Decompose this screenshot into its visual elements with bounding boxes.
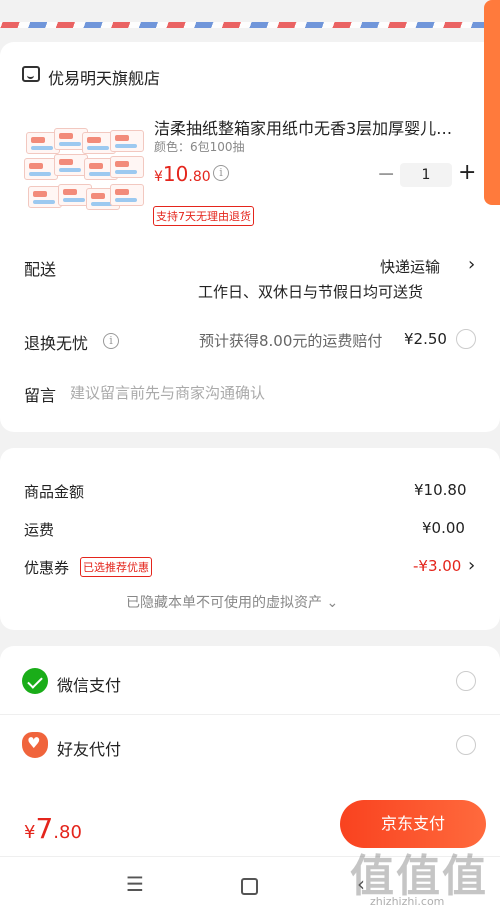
returns-price: ¥2.50 (404, 330, 447, 348)
payment-method-label[interactable]: 好友代付 (57, 736, 121, 760)
coupon-label: 优惠券 (24, 559, 70, 577)
info-icon[interactable]: i (213, 165, 229, 181)
product-spec: 颜色：6包100抽 (154, 140, 245, 154)
product-title[interactable]: 洁柔抽纸整箱家用纸巾无香3层加厚婴儿… (154, 115, 474, 139)
returns-note: 预计获得8.00元的运费赔付 (199, 332, 383, 350)
coupon-value[interactable]: -¥3.00 (413, 557, 461, 575)
order-total: ¥7.80 (24, 812, 82, 845)
payment-card (0, 646, 500, 796)
chevron-right-icon[interactable]: › (468, 555, 475, 576)
info-icon[interactable]: i (103, 333, 119, 349)
wechat-pay-icon (22, 668, 48, 694)
delivery-method[interactable]: 快递运输 (380, 256, 440, 277)
product-price: ¥10.80 (154, 162, 211, 186)
chevron-right-icon[interactable]: › (468, 254, 475, 275)
quantity-increase-button[interactable]: + (458, 160, 476, 185)
goods-amount-label: 商品金额 (24, 483, 85, 501)
returns-radio[interactable] (456, 329, 476, 349)
order-card (0, 42, 500, 432)
friend-pay-radio[interactable] (456, 735, 476, 755)
airmail-border (0, 0, 500, 28)
message-input[interactable]: 建议留言前先与商家沟通确认 (70, 382, 265, 403)
watermark-url: zhizhizhi.com (370, 895, 445, 908)
home-icon[interactable] (241, 878, 258, 895)
quantity-input[interactable]: 1 (400, 163, 452, 187)
friend-pay-icon (22, 732, 48, 758)
shop-name[interactable]: 优易明天旗舰店 (48, 65, 160, 89)
payment-method-label[interactable]: 微信支付 (57, 672, 121, 696)
goods-amount-value: ¥10.80 (414, 481, 467, 499)
shipping-label: 运费 (24, 521, 55, 539)
returns-label: 退换无忧 (24, 334, 89, 353)
quantity-decrease-button[interactable]: − (377, 162, 395, 187)
product-image[interactable] (24, 128, 144, 220)
shipping-value: ¥0.00 (422, 519, 465, 537)
return-policy-tag: 支持7天无理由退货 (153, 206, 254, 226)
message-label: 留言 (24, 386, 57, 405)
swipe-indicator (484, 0, 500, 205)
divider (0, 714, 500, 715)
delivery-note: 工作日、双休日与节假日均可送货 (198, 283, 424, 301)
menu-icon[interactable]: ☰ (126, 872, 144, 896)
wechat-pay-radio[interactable] (456, 671, 476, 691)
delivery-label: 配送 (24, 260, 57, 279)
hidden-assets-toggle[interactable]: 已隐藏本单不可使用的虚拟资产 ⌄ (126, 592, 338, 612)
shop-icon (22, 66, 40, 82)
coupon-tag: 已选推荐优惠 (80, 557, 152, 577)
